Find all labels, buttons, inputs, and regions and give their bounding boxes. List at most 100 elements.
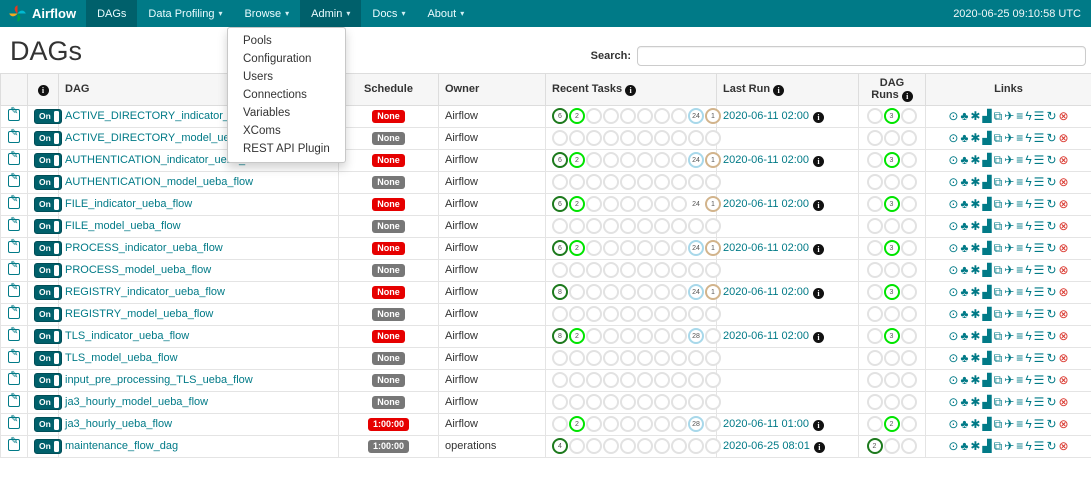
last-run-link[interactable]: 2020-06-11 01:00 [723, 418, 809, 430]
task-status-circle-success[interactable]: 6 [552, 240, 568, 256]
task-status-circle-empty[interactable] [603, 108, 619, 124]
task-status-circle-empty[interactable] [569, 394, 585, 410]
task-status-circle-running[interactable]: 3 [884, 152, 900, 168]
dag-link[interactable]: FILE_indicator_ueba_flow [65, 198, 192, 210]
refresh-icon[interactable]: ↻ [1046, 132, 1056, 144]
landing-times-icon[interactable]: ✈ [1004, 396, 1014, 408]
edit-dag-icon[interactable] [8, 307, 20, 319]
task-status-circle-empty[interactable] [586, 394, 602, 410]
refresh-icon[interactable]: ↻ [1046, 264, 1056, 276]
task-status-circle-empty[interactable] [884, 130, 900, 146]
gantt-icon[interactable]: ≡ [1016, 330, 1023, 342]
delete-dag-icon[interactable]: ⊗ [1059, 198, 1069, 210]
gantt-icon[interactable]: ≡ [1016, 396, 1023, 408]
task-status-circle-empty[interactable] [867, 262, 883, 278]
tree-view-icon[interactable]: ♣ [960, 286, 968, 298]
dag-pause-toggle[interactable]: On [34, 175, 62, 190]
task-status-circle-empty[interactable] [586, 196, 602, 212]
task-status-circle-empty[interactable] [586, 416, 602, 432]
dag-pause-toggle[interactable]: On [34, 351, 62, 366]
gantt-icon[interactable]: ≡ [1016, 440, 1023, 452]
edit-dag-icon[interactable] [8, 417, 20, 429]
task-status-circle-empty[interactable] [637, 218, 653, 234]
task-status-circle-empty[interactable] [569, 284, 585, 300]
task-duration-icon[interactable]: ▟ [982, 330, 991, 342]
task-status-circle-empty[interactable] [884, 394, 900, 410]
landing-times-icon[interactable]: ✈ [1004, 352, 1014, 364]
menu-item-xcoms[interactable]: XComs [228, 122, 345, 140]
dag-link[interactable]: AUTHENTICATION_model_ueba_flow [65, 176, 253, 188]
task-status-circle-running[interactable]: 2 [569, 416, 585, 432]
task-status-circle-empty[interactable] [637, 438, 653, 454]
dag-pause-toggle[interactable]: On [34, 153, 62, 168]
task-status-circle-empty[interactable] [586, 438, 602, 454]
task-tries-icon[interactable]: ⧉ [994, 132, 1003, 144]
task-status-circle-empty[interactable] [603, 284, 619, 300]
nav-item-admin[interactable]: Admin▾ [300, 0, 361, 27]
dag-details-icon[interactable]: ☰ [1034, 396, 1045, 408]
dag-pause-toggle[interactable]: On [34, 197, 62, 212]
trigger-dag-icon[interactable]: ⊙ [948, 176, 958, 188]
delete-dag-icon[interactable]: ⊗ [1059, 352, 1069, 364]
task-status-circle-empty[interactable] [884, 372, 900, 388]
task-status-circle-empty[interactable] [603, 174, 619, 190]
tree-view-icon[interactable]: ♣ [960, 308, 968, 320]
delete-dag-icon[interactable]: ⊗ [1059, 374, 1069, 386]
task-status-circle-running[interactable]: 2 [569, 196, 585, 212]
graph-view-icon[interactable]: ✱ [970, 264, 980, 276]
delete-dag-icon[interactable]: ⊗ [1059, 330, 1069, 342]
task-status-circle-empty[interactable] [671, 394, 687, 410]
task-status-circle-empty[interactable] [671, 350, 687, 366]
trigger-dag-icon[interactable]: ⊙ [948, 308, 958, 320]
task-status-circle-empty[interactable] [552, 306, 568, 322]
task-duration-icon[interactable]: ▟ [982, 352, 991, 364]
task-status-circle-empty[interactable] [637, 284, 653, 300]
nav-item-browse[interactable]: Browse▾ [233, 0, 300, 27]
refresh-icon[interactable]: ↻ [1046, 330, 1056, 342]
trigger-dag-icon[interactable]: ⊙ [948, 352, 958, 364]
graph-view-icon[interactable]: ✱ [970, 242, 980, 254]
task-status-circle-empty[interactable] [688, 262, 704, 278]
trigger-dag-icon[interactable]: ⊙ [948, 154, 958, 166]
task-status-circle-empty[interactable] [620, 130, 636, 146]
gantt-icon[interactable]: ≡ [1016, 220, 1023, 232]
task-tries-icon[interactable]: ⧉ [994, 198, 1003, 210]
gantt-icon[interactable]: ≡ [1016, 198, 1023, 210]
gantt-icon[interactable]: ≡ [1016, 352, 1023, 364]
last-run-link[interactable]: 2020-06-11 02:00 [723, 242, 809, 254]
task-status-circle-empty[interactable] [688, 372, 704, 388]
tree-view-icon[interactable]: ♣ [960, 396, 968, 408]
task-status-circle-empty[interactable] [654, 350, 670, 366]
dag-link[interactable]: maintenance_flow_dag [65, 440, 178, 452]
task-status-circle-plain[interactable]: 24 [688, 196, 704, 212]
task-status-circle-empty[interactable] [603, 306, 619, 322]
task-tries-icon[interactable]: ⧉ [994, 396, 1003, 408]
last-run-link[interactable]: 2020-06-25 08:01 [723, 440, 810, 452]
tree-view-icon[interactable]: ♣ [960, 198, 968, 210]
task-status-circle-empty[interactable] [901, 372, 917, 388]
task-status-circle-empty[interactable] [654, 438, 670, 454]
refresh-icon[interactable]: ↻ [1046, 110, 1056, 122]
graph-view-icon[interactable]: ✱ [970, 286, 980, 298]
delete-dag-icon[interactable]: ⊗ [1059, 418, 1069, 430]
gantt-icon[interactable]: ≡ [1016, 418, 1023, 430]
gantt-icon[interactable]: ≡ [1016, 154, 1023, 166]
graph-view-icon[interactable]: ✱ [970, 220, 980, 232]
task-status-circle-empty[interactable] [884, 350, 900, 366]
task-duration-icon[interactable]: ▟ [982, 440, 991, 452]
task-status-circle-empty[interactable] [586, 262, 602, 278]
dag-details-icon[interactable]: ☰ [1034, 374, 1045, 386]
edit-dag-icon[interactable] [8, 395, 20, 407]
dag-details-icon[interactable]: ☰ [1034, 440, 1045, 452]
task-status-circle-empty[interactable] [637, 394, 653, 410]
task-status-circle-empty[interactable] [671, 328, 687, 344]
task-status-circle-empty[interactable] [688, 218, 704, 234]
landing-times-icon[interactable]: ✈ [1004, 264, 1014, 276]
trigger-dag-icon[interactable]: ⊙ [948, 418, 958, 430]
task-status-circle-empty[interactable] [569, 350, 585, 366]
task-status-circle-empty[interactable] [867, 196, 883, 212]
task-status-circle-none[interactable]: 28 [688, 328, 704, 344]
task-status-circle-empty[interactable] [884, 174, 900, 190]
task-status-circle-empty[interactable] [671, 152, 687, 168]
graph-view-icon[interactable]: ✱ [970, 374, 980, 386]
